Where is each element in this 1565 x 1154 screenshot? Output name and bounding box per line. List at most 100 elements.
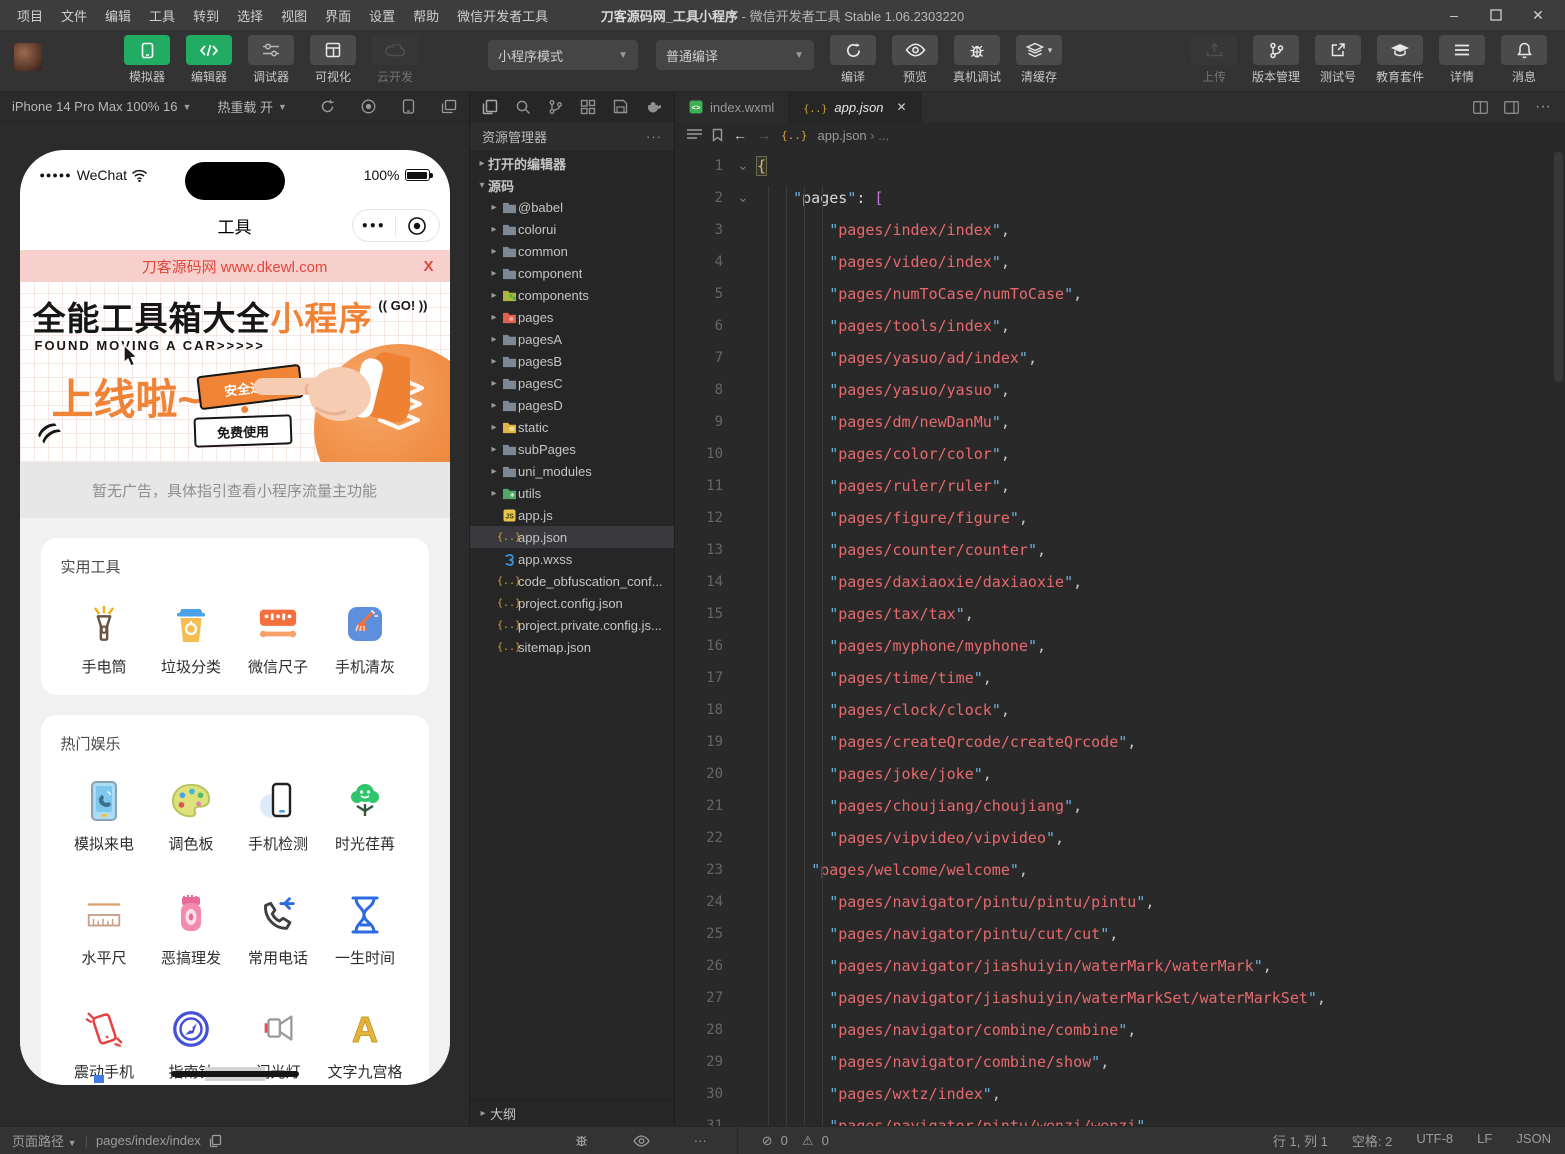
sim-refresh-icon[interactable] bbox=[320, 99, 335, 114]
tree-item-colorui[interactable]: ▸ colorui bbox=[470, 218, 674, 240]
app-手电筒[interactable]: 手电筒 bbox=[61, 603, 148, 677]
code-line-27[interactable]: 27 "pages/navigator/jiashuiyin/waterMark… bbox=[675, 982, 1565, 1014]
menu-工具[interactable]: 工具 bbox=[142, 3, 182, 28]
minimize-button[interactable]: – bbox=[1437, 3, 1471, 27]
fold-chevron-icon[interactable]: › bbox=[733, 182, 751, 214]
right-edu-button[interactable]: 教育套件 bbox=[1374, 35, 1426, 85]
code-line-19[interactable]: 19 "pages/createQrcode/createQrcode", bbox=[675, 726, 1565, 758]
teapot-icon[interactable] bbox=[645, 100, 662, 114]
code-line-22[interactable]: 22 "pages/vipvideo/vipvideo", bbox=[675, 822, 1565, 854]
code-line-21[interactable]: 21 "pages/choujiang/choujiang", bbox=[675, 790, 1565, 822]
user-avatar[interactable] bbox=[14, 43, 42, 71]
compile-mode-select[interactable]: 普通编译 ▼ bbox=[656, 40, 814, 70]
git-icon[interactable] bbox=[548, 99, 563, 115]
menu-微信开发者工具[interactable]: 微信开发者工具 bbox=[450, 3, 555, 28]
tree-item-project.config.json[interactable]: {..} project.config.json bbox=[470, 592, 674, 614]
app-文字九宫格[interactable]: A 文字九宫格 bbox=[322, 1008, 409, 1082]
page-path-dropdown[interactable]: 页面路径 ▼ bbox=[12, 1131, 77, 1150]
view-visual-button[interactable]: 可视化 bbox=[307, 35, 359, 85]
statusbar-debug-icon[interactable] bbox=[574, 1133, 589, 1148]
promo-banner[interactable]: 全能工具箱大全小程序 (( GO! )) FOUND MOVING A CAR>… bbox=[19, 282, 450, 462]
close-minip-icon[interactable] bbox=[396, 216, 439, 236]
layout-icon[interactable] bbox=[1504, 100, 1519, 114]
right-branch-button[interactable]: 版本管理 bbox=[1250, 35, 1302, 85]
nav-forward-icon[interactable]: → bbox=[757, 127, 771, 143]
outline-section[interactable]: ▸ 大纲 bbox=[470, 1100, 674, 1126]
statusbar-more-icon[interactable]: ··· bbox=[694, 1133, 707, 1148]
tree-item-pagesB[interactable]: ▸ pagesB bbox=[470, 350, 674, 372]
tree-item-app.js[interactable]: JS app.js bbox=[470, 504, 674, 526]
widgets-icon[interactable] bbox=[580, 99, 596, 115]
code-line-7[interactable]: 7 "pages/yasuo/ad/index", bbox=[675, 342, 1565, 374]
action-bug-button[interactable]: 真机调试 bbox=[951, 35, 1003, 85]
app-水平尺[interactable]: 水平尺 bbox=[61, 894, 148, 968]
code-editor[interactable]: 1 ›{2 › "pages": [3 "pages/index/index", 4 … bbox=[675, 148, 1565, 1126]
action-layers-button[interactable]: ▾ 清缓存 bbox=[1013, 35, 1065, 85]
notice-close-button[interactable]: X bbox=[423, 258, 433, 275]
tab-index.wxml[interactable]: <> index.wxml bbox=[675, 92, 790, 122]
view-editor-button[interactable]: 编辑器 bbox=[183, 35, 235, 85]
sim-record-icon[interactable] bbox=[361, 99, 376, 114]
code-line-17[interactable]: 17 "pages/time/time", bbox=[675, 662, 1565, 694]
tab-app.json[interactable]: {..} app.json ✕ bbox=[789, 92, 922, 122]
code-line-9[interactable]: 9 "pages/dm/newDanMu", bbox=[675, 406, 1565, 438]
code-line-18[interactable]: 18 "pages/clock/clock", bbox=[675, 694, 1565, 726]
app-一生时间[interactable]: 一生时间 bbox=[322, 894, 409, 968]
right-bell-button[interactable]: 消息 bbox=[1498, 35, 1550, 85]
tree-item---[interactable]: ▾ 源码 bbox=[470, 174, 674, 196]
breadcrumb[interactable]: app.json › ... bbox=[818, 128, 890, 143]
menu-编辑[interactable]: 编辑 bbox=[98, 3, 138, 28]
tree-item-pages[interactable]: ▸ pages bbox=[470, 306, 674, 328]
editor-scrollbar[interactable] bbox=[1554, 152, 1563, 382]
view-debugger-button[interactable]: 调试器 bbox=[245, 35, 297, 85]
app-调色板[interactable]: 调色板 bbox=[148, 780, 235, 854]
app-垃圾分类[interactable]: 垃圾分类 bbox=[148, 603, 235, 677]
mode-select[interactable]: 小程序模式 ▼ bbox=[488, 40, 638, 70]
nav-back-icon[interactable]: ← bbox=[733, 127, 747, 143]
outline-list-icon[interactable] bbox=[687, 129, 702, 141]
problems-counts[interactable]: ⊘ 0 ⚠ 0 bbox=[762, 1133, 829, 1149]
search-icon[interactable] bbox=[515, 99, 531, 115]
menu-文件[interactable]: 文件 bbox=[54, 3, 94, 28]
more-menu-icon[interactable]: ●●● bbox=[353, 220, 396, 231]
action-preview-button[interactable]: 预览 bbox=[889, 35, 941, 85]
action-compile-button[interactable]: 编译 bbox=[827, 35, 879, 85]
menu-项目[interactable]: 项目 bbox=[10, 3, 50, 28]
maximize-button[interactable] bbox=[1479, 3, 1513, 27]
tree-item-app.json[interactable]: {..} app.json bbox=[470, 526, 674, 548]
menu-帮助[interactable]: 帮助 bbox=[406, 3, 446, 28]
statusbar-segment[interactable]: LF bbox=[1477, 1131, 1492, 1150]
code-line-2[interactable]: 2 › "pages": [ bbox=[675, 182, 1565, 214]
code-line-6[interactable]: 6 "pages/tools/index", bbox=[675, 310, 1565, 342]
tree-item-subPages[interactable]: ▸ subPages bbox=[470, 438, 674, 460]
right-details-button[interactable]: 详情 bbox=[1436, 35, 1488, 85]
tree-item-sitemap.json[interactable]: {..} sitemap.json bbox=[470, 636, 674, 658]
menu-转到[interactable]: 转到 bbox=[186, 3, 226, 28]
device-select[interactable]: iPhone 14 Pro Max 100% 16 ▼ bbox=[12, 99, 191, 114]
code-line-15[interactable]: 15 "pages/tax/tax", bbox=[675, 598, 1565, 630]
code-line-25[interactable]: 25 "pages/navigator/pintu/cut/cut", bbox=[675, 918, 1565, 950]
code-line-23[interactable]: 23 "pages/welcome/welcome", bbox=[675, 854, 1565, 886]
sim-windows-icon[interactable] bbox=[441, 99, 457, 114]
split-editor-icon[interactable] bbox=[1473, 100, 1488, 114]
code-line-1[interactable]: 1 ›{ bbox=[675, 150, 1565, 182]
hot-reload-toggle[interactable]: 热重载 开 ▼ bbox=[217, 97, 287, 116]
tree-item-components[interactable]: ▸ components bbox=[470, 284, 674, 306]
tree-item-static[interactable]: ▸ static bbox=[470, 416, 674, 438]
capsule-button[interactable]: ●●● bbox=[351, 209, 440, 242]
statusbar-segment[interactable]: 空格: 2 bbox=[1352, 1131, 1392, 1150]
editor-more-icon[interactable]: ··· bbox=[1535, 98, 1551, 116]
app-微信尺子[interactable]: 微信尺子 bbox=[235, 603, 322, 677]
app-手机检测[interactable]: 手机检测 bbox=[235, 780, 322, 854]
tree-item-component[interactable]: ▸ component bbox=[470, 262, 674, 284]
menu-视图[interactable]: 视图 bbox=[274, 3, 314, 28]
code-line-30[interactable]: 30 "pages/wxtz/index", bbox=[675, 1078, 1565, 1110]
statusbar-segment[interactable]: JSON bbox=[1516, 1131, 1551, 1150]
code-line-14[interactable]: 14 "pages/daxiaoxie/daxiaoxie", bbox=[675, 566, 1565, 598]
code-line-5[interactable]: 5 "pages/numToCase/numToCase", bbox=[675, 278, 1565, 310]
tree-item-@babel[interactable]: ▸ @babel bbox=[470, 196, 674, 218]
tree-item-app.wxss[interactable]: app.wxss bbox=[470, 548, 674, 570]
save-icon[interactable] bbox=[613, 99, 628, 114]
code-line-8[interactable]: 8 "pages/yasuo/yasuo", bbox=[675, 374, 1565, 406]
menu-界面[interactable]: 界面 bbox=[318, 3, 358, 28]
